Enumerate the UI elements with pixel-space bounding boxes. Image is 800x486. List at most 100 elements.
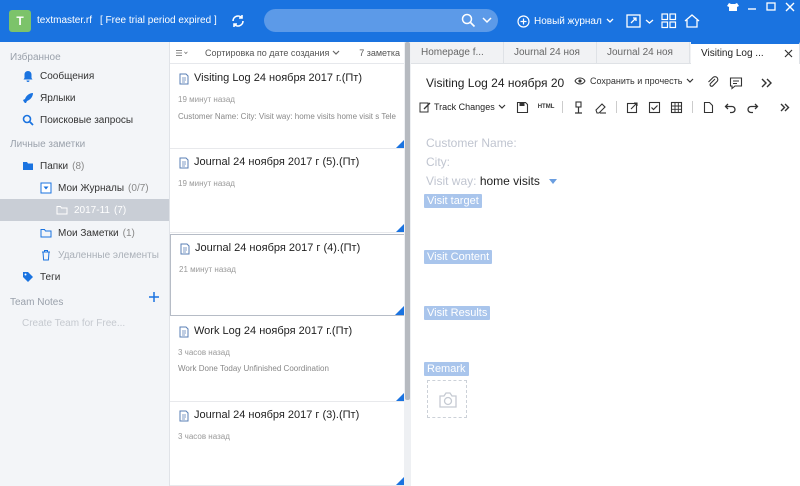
sidebar-item-label: Удаленные элементы bbox=[58, 249, 159, 261]
create-team-link[interactable]: Create Team for Free... bbox=[22, 318, 125, 329]
table-icon[interactable] bbox=[670, 101, 683, 114]
visit-way-value[interactable]: home visits bbox=[480, 174, 540, 188]
sidebar-item-label: Ярлыки bbox=[40, 92, 76, 104]
visit-way-field[interactable]: Visit way: home visits bbox=[426, 174, 558, 188]
sidebar-item-label: Поисковые запросы bbox=[40, 114, 134, 126]
insert-link-icon[interactable] bbox=[626, 101, 639, 114]
sidebar-item-deleted[interactable]: Удаленные элементы bbox=[0, 244, 169, 266]
sidebar-item-label: Папки bbox=[40, 160, 69, 172]
folder-outline-icon bbox=[40, 229, 52, 238]
home-icon[interactable] bbox=[683, 12, 701, 30]
section-visit-target[interactable]: Visit target bbox=[424, 194, 482, 208]
scrollbar-thumb[interactable] bbox=[405, 42, 410, 400]
city-field[interactable]: City: bbox=[426, 155, 450, 169]
track-changes-button[interactable]: Track Changes bbox=[419, 101, 506, 113]
sidebar-item-shortcuts[interactable]: Ярлыки bbox=[0, 87, 169, 109]
sidebar-item-my-notes[interactable]: Мои Заметки (1) bbox=[0, 222, 169, 244]
chevron-down-icon[interactable] bbox=[645, 12, 654, 30]
undo-icon[interactable] bbox=[724, 101, 737, 114]
note-title: Journal 24 ноября 2017 г (4).(Пт) bbox=[195, 242, 361, 254]
expand-icon[interactable] bbox=[625, 12, 643, 30]
chevron-down-icon[interactable] bbox=[482, 16, 492, 24]
add-team-icon[interactable] bbox=[148, 291, 160, 303]
more-icon[interactable] bbox=[759, 76, 773, 90]
save-and-read-button[interactable]: Сохранить и прочесть bbox=[574, 76, 694, 86]
sidebar-item-tags[interactable]: Теги bbox=[0, 266, 169, 288]
tab-journal-2[interactable]: Journal 24 ноя bbox=[597, 42, 690, 64]
chevron-down-icon bbox=[606, 18, 614, 23]
note-time: 19 минут назад bbox=[178, 95, 235, 104]
note-preview: Work Done Today Unfinished Coordination bbox=[178, 364, 329, 373]
sidebar-item-2017-11[interactable]: 2017-11 (7) bbox=[0, 199, 169, 221]
title-bar: T textmaster.rf [ Free trial period expi… bbox=[0, 0, 800, 42]
page-icon[interactable] bbox=[702, 101, 715, 114]
account-avatar[interactable]: T bbox=[9, 10, 31, 32]
section-visit-results[interactable]: Visit Results bbox=[424, 306, 491, 320]
skin-icon[interactable] bbox=[727, 2, 739, 12]
paperclip-icon[interactable] bbox=[706, 76, 720, 90]
tab-journal-1[interactable]: Journal 24 ноя bbox=[504, 42, 597, 64]
note-list-item[interactable]: Journal 24 ноября 2017 г (5).(Пт) 19 мин… bbox=[170, 149, 406, 233]
customer-name-field[interactable]: Customer Name: bbox=[426, 136, 517, 150]
account-name[interactable]: textmaster.rf bbox=[37, 15, 92, 26]
track-changes-icon bbox=[419, 102, 431, 113]
team-notes-header: Team Notes bbox=[10, 297, 64, 308]
redo-icon[interactable] bbox=[746, 101, 759, 114]
sidebar-item-label: Мои Журналы bbox=[58, 182, 125, 194]
section-remark[interactable]: Remark bbox=[424, 362, 469, 376]
note-list-item[interactable]: Journal 24 ноября 2017 г (3).(Пт) 3 часо… bbox=[170, 402, 406, 486]
maximize-icon[interactable] bbox=[765, 2, 777, 12]
close-icon[interactable] bbox=[784, 2, 796, 12]
note-preview: Customer Name: City: Visit way: home vis… bbox=[178, 112, 396, 121]
note-list-item[interactable]: Visiting Log 24 ноября 2017 г.(Пт) 19 ми… bbox=[170, 65, 406, 149]
image-placeholder[interactable] bbox=[427, 380, 467, 418]
sort-label: Сортировка по дате создания bbox=[205, 48, 330, 58]
chevron-down-icon bbox=[332, 50, 340, 55]
note-title-field[interactable]: Visiting Log 24 ноября 2017 г.(Пт) bbox=[426, 76, 564, 90]
note-time: 19 минут назад bbox=[178, 179, 235, 188]
document-icon bbox=[179, 410, 189, 422]
tab-visiting-log[interactable]: Visiting Log ... bbox=[691, 42, 800, 64]
sidebar: Избранное Сообщения Ярлыки Поисковые зап… bbox=[0, 42, 170, 486]
note-title: Visiting Log 24 ноября 2017 г.(Пт) bbox=[194, 72, 362, 84]
document-icon bbox=[179, 157, 189, 169]
search-input[interactable] bbox=[264, 9, 498, 32]
checkbox-icon[interactable] bbox=[648, 101, 661, 114]
note-list-scrollbar[interactable] bbox=[404, 42, 411, 486]
comment-icon[interactable] bbox=[729, 76, 743, 90]
sidebar-item-folders[interactable]: Папки (8) bbox=[0, 155, 169, 177]
html-button[interactable]: HTML bbox=[538, 101, 555, 114]
tab-label: Visiting Log ... bbox=[701, 48, 764, 59]
note-title: Journal 24 ноября 2017 г (3).(Пт) bbox=[194, 409, 360, 421]
new-journal-button[interactable]: Новый журнал bbox=[517, 12, 614, 30]
note-title: Work Log 24 ноября 2017 г.(Пт) bbox=[194, 325, 353, 337]
trial-notice[interactable]: [ Free trial period expired ] bbox=[100, 15, 217, 26]
eraser-icon[interactable] bbox=[594, 101, 607, 114]
tab-homepage[interactable]: Homepage f... bbox=[411, 42, 504, 64]
more-icon[interactable] bbox=[778, 101, 791, 114]
section-visit-content[interactable]: Visit Content bbox=[424, 250, 493, 264]
grid-icon[interactable] bbox=[660, 12, 678, 30]
expand-toggle-icon[interactable] bbox=[40, 182, 52, 194]
toolbar-divider bbox=[691, 101, 693, 113]
note-list-item[interactable]: Work Log 24 ноября 2017 г.(Пт) 3 часов н… bbox=[170, 318, 406, 402]
note-list-item-selected[interactable]: Journal 24 ноября 2017 г (4).(Пт) 21 мин… bbox=[170, 234, 406, 316]
sidebar-item-messages[interactable]: Сообщения bbox=[0, 65, 169, 87]
search-icon[interactable] bbox=[461, 13, 476, 28]
minimize-icon[interactable] bbox=[746, 2, 758, 12]
sidebar-item-my-journals[interactable]: Мои Журналы (0/7) bbox=[0, 177, 169, 199]
folder-icon bbox=[23, 162, 33, 170]
bell-icon bbox=[23, 71, 33, 82]
save-icon[interactable] bbox=[516, 101, 529, 114]
sort-dropdown[interactable]: Сортировка по дате создания bbox=[205, 48, 340, 58]
list-view-icon[interactable] bbox=[176, 47, 188, 59]
sync-icon[interactable] bbox=[229, 12, 247, 30]
editor-pane: Homepage f... Journal 24 ноя Journal 24 … bbox=[411, 42, 800, 486]
sidebar-item-count: (7) bbox=[113, 204, 127, 216]
caret-down-icon[interactable] bbox=[549, 179, 558, 185]
format-painter-icon[interactable] bbox=[572, 100, 585, 114]
note-list: Сортировка по дате создания 7 заметка Vi… bbox=[170, 42, 406, 486]
sidebar-item-saved-searches[interactable]: Поисковые запросы bbox=[0, 109, 169, 131]
camera-icon bbox=[439, 392, 457, 408]
close-tab-icon[interactable] bbox=[784, 49, 793, 58]
